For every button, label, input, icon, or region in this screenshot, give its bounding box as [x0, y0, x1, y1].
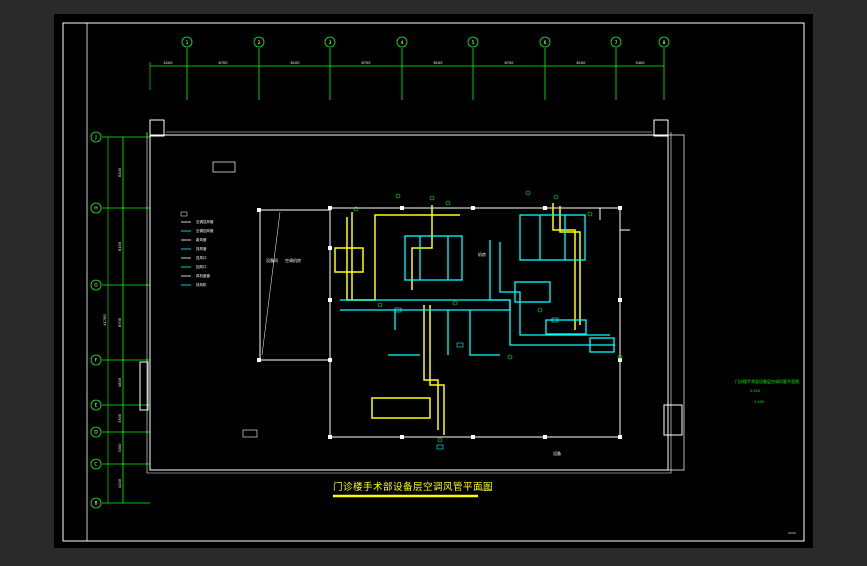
- column: [328, 298, 332, 302]
- legend-entry: 送风口: [196, 255, 207, 260]
- room-label-c: 机房: [478, 251, 486, 257]
- legend-entry: 排风管: [196, 246, 207, 251]
- top-dimension-text: 8700: [505, 61, 514, 65]
- top-axis-label: 8: [663, 40, 666, 46]
- top-dimension-text: 8100: [434, 61, 443, 65]
- side-note-title: 门诊楼手术部设备层空调风管平面图: [735, 378, 799, 384]
- column: [471, 206, 475, 210]
- top-dimension-text: 8100: [577, 61, 586, 65]
- legend-entry: 新风管: [196, 237, 207, 242]
- top-dimension-text: 8100: [291, 61, 300, 65]
- cad-viewport[interactable]: 1 2 3 4 5 6 7 8 4200 8700 8100 8700 8100 8700 8100 5400…: [0, 0, 867, 562]
- left-dimension-text: 3300: [118, 444, 122, 453]
- left-axis-label: C: [94, 462, 97, 468]
- column: [618, 206, 622, 210]
- left-axis-label: D: [94, 430, 98, 436]
- left-dimension-text: 8100: [118, 168, 122, 177]
- legend-entry: 风机盘管: [196, 273, 210, 278]
- room-label-a: 设备间: [266, 257, 278, 263]
- left-dimension-text: 3300: [118, 414, 122, 423]
- top-dimension-text: 5400: [636, 61, 645, 65]
- column: [257, 208, 261, 212]
- column: [328, 206, 332, 210]
- top-axis-label: 1: [186, 40, 189, 46]
- top-axis-label: 6: [544, 40, 547, 46]
- column: [328, 435, 332, 439]
- column: [543, 435, 547, 439]
- top-axis-label: 2: [258, 40, 261, 46]
- top-dimension-text: 4200: [164, 61, 173, 65]
- legend-entry: 回风口: [196, 265, 207, 269]
- side-note-line3: 1:100: [754, 400, 764, 404]
- column: [618, 435, 622, 439]
- left-axis-label: H: [94, 206, 97, 212]
- top-dimension-text: 8700: [219, 61, 228, 65]
- drawing-sheet: [54, 14, 813, 548]
- top-axis-label: 4: [401, 40, 404, 46]
- column: [543, 206, 547, 210]
- column: [328, 358, 332, 362]
- left-axis-label: E: [95, 403, 98, 409]
- room-label-d: 设备: [553, 450, 561, 456]
- left-axis-label: J: [94, 135, 96, 141]
- legend-entry: 排风机: [196, 282, 207, 287]
- column: [328, 246, 332, 250]
- side-note-line2: 1:100: [750, 389, 760, 393]
- left-axis-label: B: [94, 501, 97, 507]
- column: [618, 298, 622, 302]
- left-dimension-text: 4800: [118, 378, 122, 387]
- drawing-title: 门诊楼手术部设备层空调风管平面图: [333, 481, 493, 493]
- legend-entry: 空调送风管: [196, 219, 214, 224]
- column: [400, 206, 404, 210]
- column: [257, 358, 261, 362]
- left-total-dimension-text: 41700: [103, 314, 107, 325]
- column: [400, 435, 404, 439]
- top-axis-label: 5: [472, 40, 475, 46]
- top-axis-label: 7: [615, 40, 618, 46]
- left-dimension-text: 8100: [118, 242, 122, 251]
- top-axis-label: 3: [329, 40, 332, 46]
- column: [471, 435, 475, 439]
- drawing-scale: 1:100: [481, 488, 491, 492]
- left-axis-label: F: [95, 358, 98, 364]
- left-axis-label: G: [94, 283, 98, 289]
- legend-entry: 空调回风管: [196, 228, 214, 233]
- left-dimension-text: 8700: [118, 318, 122, 327]
- left-dimension-text: 4200: [118, 479, 122, 488]
- room-label-b: 空调机房: [285, 257, 301, 263]
- top-dimension-text: 8700: [362, 61, 371, 65]
